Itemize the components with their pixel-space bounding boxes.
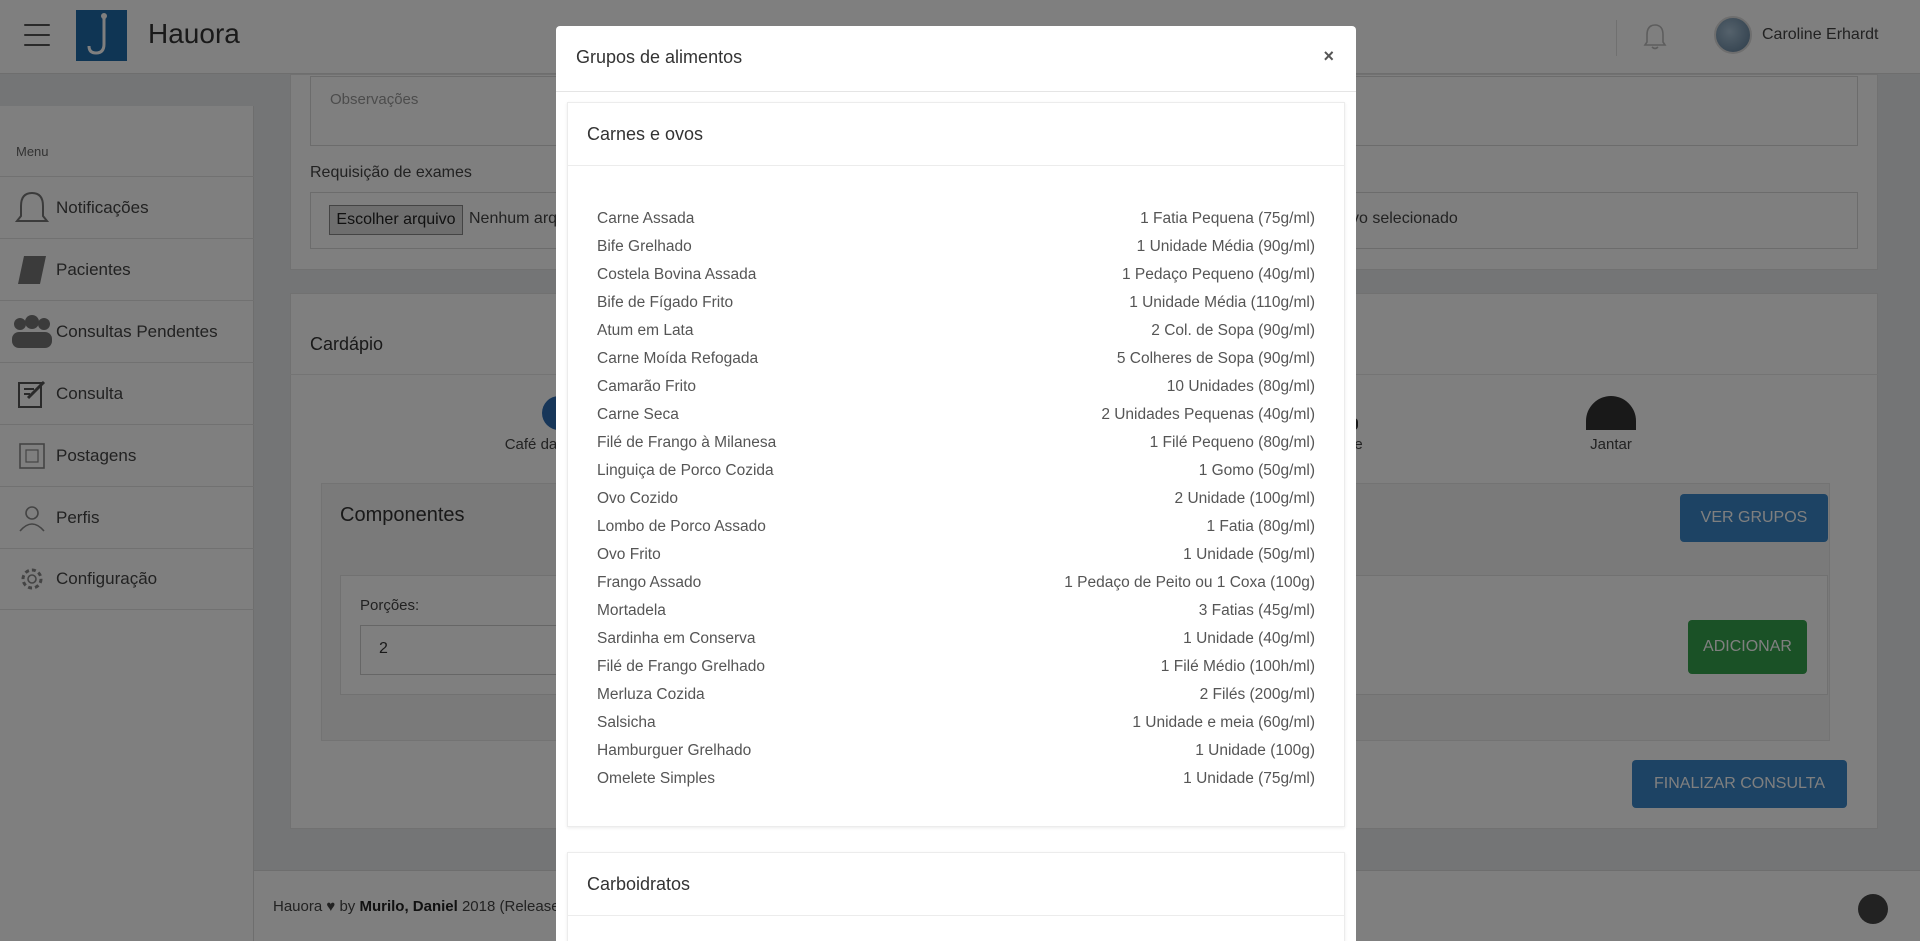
food-row: Mortadela 3 Fatias (45g/ml) [597,600,1315,628]
food-portion: 3 Fatias (45g/ml) [1198,602,1315,619]
food-portion: 1 Unidade Média (110g/ml) [1129,294,1315,311]
food-name: Mortadela [597,602,666,619]
food-row: Filé de Frango Grelhado 1 Filé Médio (100… [597,656,1315,684]
food-row: Lombo de Porco Assado 1 Fatia (80g/ml) [597,516,1315,544]
food-row: Bife de Fígado Frito 1 Unidade Média (110… [597,292,1315,320]
food-portion: 2 Unidade (100g/ml) [1174,490,1315,507]
food-portion: 1 Fatia Pequena (75g/ml) [1140,210,1315,227]
food-portion: 5 Colheres de Sopa (90g/ml) [1116,350,1315,367]
food-name: Lombo de Porco Assado [597,518,766,535]
food-group-card: Carboidratos [567,852,1345,941]
food-name: Costela Bovina Assada [597,266,757,283]
food-row: Carne Moída Refogada 5 Colheres de Sopa (… [597,348,1315,376]
food-group-title: Carnes e ovos [568,103,1344,166]
food-name: Camarão Frito [597,378,697,395]
food-row: Ovo Cozido 2 Unidade (100g/ml) [597,488,1315,516]
close-icon[interactable]: × [1323,46,1334,67]
food-group-title: Carboidratos [568,853,1344,916]
food-name: Hamburguer Grelhado [597,742,752,759]
food-row: Sardinha em Conserva 1 Unidade (40g/ml) [597,628,1315,656]
food-row: Carne Assada 1 Fatia Pequena (75g/ml) [597,208,1315,236]
food-name: Salsicha [597,714,656,731]
food-name: Filé de Frango à Milanesa [597,434,777,451]
food-row: Costela Bovina Assada 1 Pedaço Pequeno (4… [597,264,1315,292]
food-row: Linguiça de Porco Cozida 1 Gomo (50g/ml) [597,460,1315,488]
food-row: Hamburguer Grelhado 1 Unidade (100g) [597,740,1315,768]
food-name: Atum em Lata [597,322,694,339]
food-name: Bife Grelhado [597,238,692,255]
modal-title: Grupos de alimentos [576,47,743,67]
food-portion: 1 Unidade (100g) [1195,742,1315,759]
food-name: Carne Seca [597,406,679,423]
food-name: Sardinha em Conserva [597,630,756,647]
food-name: Frango Assado [597,574,702,591]
food-portion: 1 Unidade (40g/ml) [1183,630,1315,647]
food-portion: 2 Unidades Pequenas (40g/ml) [1101,406,1315,423]
food-portion: 1 Unidade (50g/ml) [1183,546,1315,563]
food-name: Bife de Fígado Frito [597,294,734,311]
food-portion: 1 Filé Pequeno (80g/ml) [1149,434,1315,451]
food-row: Salsicha 1 Unidade e meia (60g/ml) [597,712,1315,740]
food-portion: 1 Pedaço Pequeno (40g/ml) [1121,266,1315,283]
food-portion: 1 Unidade e meia (60g/ml) [1132,714,1315,731]
food-name: Ovo Frito [597,546,661,563]
food-portion: 1 Pedaço de Peito ou 1 Coxa (100g) [1064,574,1315,591]
food-portion: 1 Fatia (80g/ml) [1206,518,1315,535]
food-portion: 1 Unidade Média (90g/ml) [1136,238,1315,255]
food-row: Omelete Simples 1 Unidade (75g/ml) [597,768,1315,796]
food-portion: 1 Filé Médio (100h/ml) [1160,658,1315,675]
food-portion: 10 Unidades (80g/ml) [1166,378,1315,395]
food-name: Omelete Simples [597,770,716,787]
food-group-card: Carnes e ovos Carne Assada 1 Fatia Pequen… [567,102,1345,827]
food-row: Ovo Frito 1 Unidade (50g/ml) [597,544,1315,572]
food-portion: 1 Gomo (50g/ml) [1198,462,1315,479]
food-row: Merluza Cozida 2 Filés (200g/ml) [597,684,1315,712]
modal-header: Grupos de alimentos × [556,26,1356,92]
food-row: Bife Grelhado 1 Unidade Média (90g/ml) [597,236,1315,264]
food-name: Carne Assada [597,210,695,227]
food-row: Camarão Frito 10 Unidades (80g/ml) [597,376,1315,404]
food-row: Carne Seca 2 Unidades Pequenas (40g/ml) [597,404,1315,432]
food-portion: 1 Unidade (75g/ml) [1183,770,1315,787]
food-portion: 2 Col. de Sopa (90g/ml) [1151,322,1315,339]
food-name: Merluza Cozida [597,686,705,703]
food-row: Frango Assado 1 Pedaço de Peito ou 1 Coxa… [597,572,1315,600]
food-row: Atum em Lata 2 Col. de Sopa (90g/ml) [597,320,1315,348]
food-portion: 2 Filés (200g/ml) [1199,686,1315,703]
food-list: Carne Assada 1 Fatia Pequena (75g/ml) Bife… [568,166,1344,826]
food-name: Linguiça de Porco Cozida [597,462,774,479]
food-name: Carne Moída Refogada [597,350,759,367]
food-groups-modal: Grupos de alimentos × Carnes e ovos Carn… [556,26,1356,941]
food-name: Ovo Cozido [597,490,678,507]
food-row: Filé de Frango à Milanesa 1 Filé Pequeno … [597,432,1315,460]
food-name: Filé de Frango Grelhado [597,658,766,675]
